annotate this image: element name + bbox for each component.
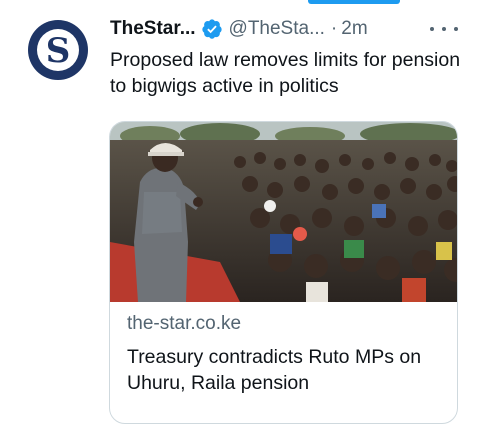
tweet-header: TheStar... @TheSta... · 2m — [110, 14, 470, 44]
avatar[interactable]: S — [28, 20, 88, 80]
avatar-letter: S — [45, 30, 71, 71]
more-dot — [430, 27, 434, 31]
card-body: the-star.co.ke Treasury contradicts Ruto… — [127, 312, 447, 396]
card-title: Treasury contradicts Ruto MPs on Uhuru, … — [127, 346, 422, 394]
card-domain: the-star.co.ke — [127, 313, 242, 334]
tweet-text: Proposed law removes limits for pension … — [110, 49, 461, 97]
separator: · — [330, 18, 338, 39]
more-dot — [442, 27, 446, 31]
link-card[interactable]: the-star.co.ke Treasury contradicts Ruto… — [109, 121, 458, 424]
verified-badge-icon[interactable] — [201, 18, 223, 40]
author-handle[interactable]: @TheSta... — [229, 18, 325, 40]
more-dot — [454, 27, 458, 31]
card-image — [110, 122, 457, 302]
timestamp[interactable]: 2m — [341, 18, 367, 40]
author-name[interactable]: TheStar... — [110, 18, 196, 40]
avatar-logo: S — [37, 29, 79, 71]
tweet[interactable]: S TheStar... @TheSta... · 2m Proposed la… — [0, 0, 480, 433]
more-options-icon[interactable] — [430, 20, 458, 38]
rally-photo — [110, 122, 457, 302]
